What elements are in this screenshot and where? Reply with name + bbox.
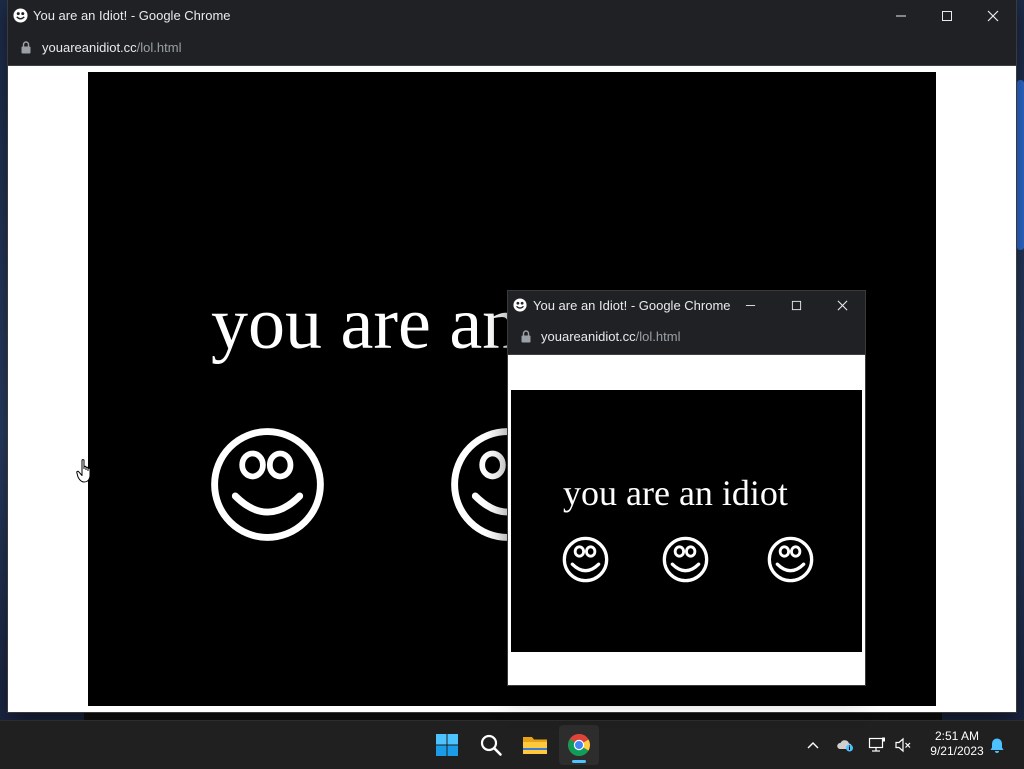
minimize-button[interactable] — [735, 291, 765, 320]
onedrive-tray-button[interactable] — [834, 721, 856, 769]
minimize-button[interactable] — [886, 0, 916, 31]
popup-page-stage: you are an idiot — [511, 390, 862, 652]
background-window-edge — [1017, 80, 1024, 250]
maximize-icon — [942, 10, 952, 21]
search-icon — [480, 734, 502, 756]
smiley-favicon-icon — [513, 298, 527, 312]
url-host: youareanidiot.cc — [541, 329, 636, 344]
file-explorer-icon — [523, 737, 547, 754]
chevron-up-icon — [807, 742, 819, 749]
windows-start-icon — [436, 734, 458, 756]
hand-cursor-icon — [76, 458, 96, 484]
popup-window-address-bar[interactable]: youareanidiot.cc/lol.html — [508, 320, 865, 355]
maximize-icon — [791, 300, 801, 311]
popup-window-title: You are an Idiot! - Google Chrome — [533, 298, 731, 313]
popup-page-text: you are an idiot — [563, 473, 788, 513]
cloud-info-icon — [837, 740, 853, 752]
network-tray-button[interactable] — [866, 721, 888, 769]
smiley-icon — [210, 427, 325, 542]
main-window-url[interactable]: youareanidiot.cc/lol.html — [42, 40, 181, 55]
volume-muted-icon — [895, 737, 911, 753]
show-hidden-icons-button[interactable] — [802, 721, 824, 769]
main-window-title: You are an Idiot! - Google Chrome — [33, 8, 231, 23]
smiley-icon — [767, 536, 814, 583]
maximize-button[interactable] — [932, 0, 962, 31]
close-icon — [837, 300, 847, 311]
popup-window-url[interactable]: youareanidiot.cc/lol.html — [541, 329, 680, 344]
lock-icon[interactable] — [521, 330, 531, 348]
notifications-button[interactable] — [985, 721, 1009, 769]
minimize-icon — [896, 15, 906, 16]
close-button[interactable] — [827, 291, 857, 320]
smiley-icon — [662, 536, 709, 583]
volume-tray-button[interactable] — [892, 721, 914, 769]
maximize-button[interactable] — [781, 291, 811, 320]
close-button[interactable] — [978, 0, 1008, 31]
bell-icon — [990, 738, 1004, 753]
chrome-icon — [568, 734, 590, 756]
main-window-titlebar[interactable]: You are an Idiot! - Google Chrome — [8, 0, 1016, 31]
minimize-icon — [745, 305, 755, 306]
popup-window-content: you are an idiot — [508, 355, 865, 685]
close-icon — [987, 10, 999, 21]
popup-chrome-window[interactable]: You are an Idiot! - Google Chrome youare… — [508, 291, 865, 685]
url-host: youareanidiot.cc — [42, 40, 137, 55]
main-window-address-bar[interactable]: youareanidiot.cc/lol.html — [8, 31, 1016, 66]
smiley-favicon-icon — [13, 8, 28, 23]
url-path: /lol.html — [635, 329, 681, 344]
url-path: /lol.html — [136, 40, 182, 55]
popup-window-titlebar[interactable]: You are an Idiot! - Google Chrome — [508, 291, 865, 320]
taskbar: 2:51 AM 9/21/2023 — [0, 720, 1024, 769]
start-button[interactable] — [427, 725, 467, 765]
background-window-edge-bottom — [84, 712, 942, 720]
search-button[interactable] — [471, 725, 511, 765]
smiley-icon — [562, 536, 609, 583]
active-app-indicator — [572, 760, 586, 763]
file-explorer-button[interactable] — [515, 725, 555, 765]
network-icon — [868, 737, 885, 752]
chrome-taskbar-button[interactable] — [559, 725, 599, 765]
lock-icon[interactable] — [21, 41, 31, 59]
